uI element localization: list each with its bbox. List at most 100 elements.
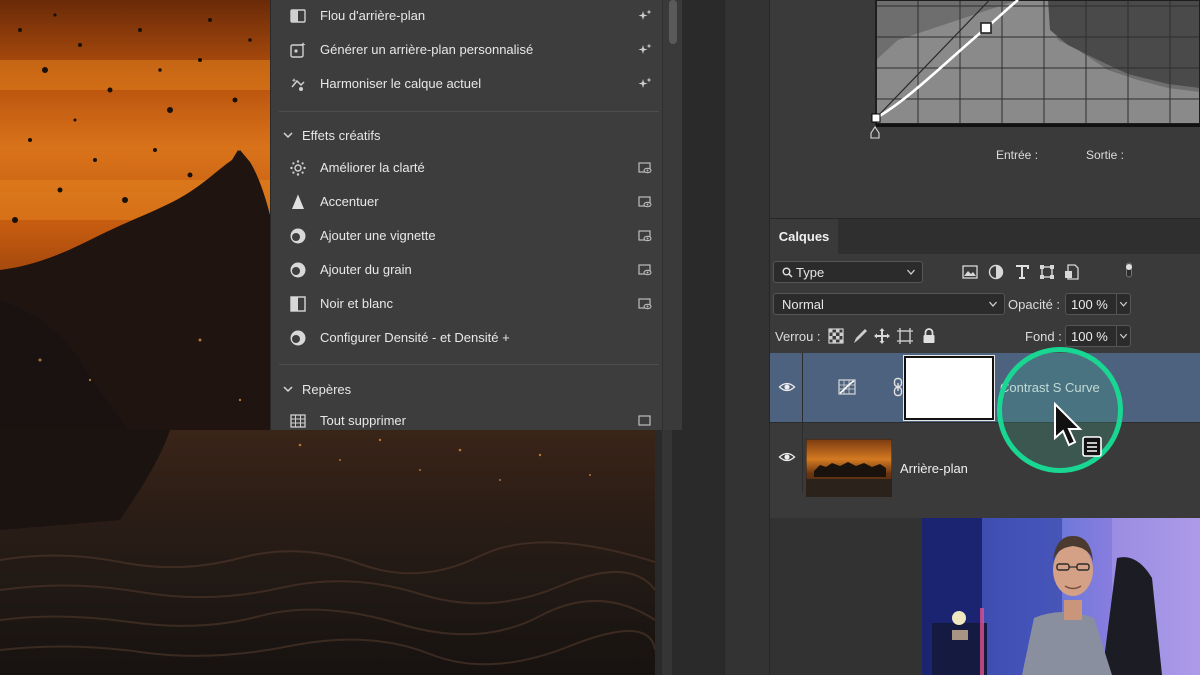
entree-label: Entrée : [996, 148, 1039, 162]
action-label: Tout supprimer [320, 413, 406, 428]
sparkle-icon [638, 9, 652, 20]
filter-type-icon[interactable] [1013, 263, 1031, 281]
action-ameliorer-clarte[interactable]: Améliorer la clarté [271, 153, 662, 183]
lock-label: Verrou : [775, 329, 821, 344]
filter-shape-icon[interactable] [1038, 263, 1056, 281]
mask-link-icon[interactable] [892, 377, 904, 397]
canvas-scrollbar[interactable] [655, 430, 682, 675]
cursor-arrow-icon [1054, 402, 1102, 457]
filter-adjustment-icon[interactable] [987, 263, 1005, 281]
fill-input[interactable]: 100 % [1065, 325, 1131, 347]
preview-icon[interactable] [638, 195, 652, 209]
chevron-down-icon [283, 132, 293, 139]
action-flou-arriere-plan[interactable]: Flou d'arrière-plan [271, 1, 662, 31]
filter-toggle-icon[interactable] [1120, 261, 1138, 279]
action-harmoniser-calque[interactable]: Harmoniser le calque actuel [271, 69, 662, 99]
scrollbar-track[interactable] [662, 430, 672, 675]
panel-dock-divider[interactable] [724, 0, 770, 675]
chevron-down-icon [283, 386, 293, 393]
preview-icon[interactable] [638, 297, 652, 311]
grain-icon [290, 262, 306, 278]
layer-name[interactable]: Arrière-plan [900, 461, 968, 476]
chevron-down-icon[interactable] [1116, 326, 1130, 346]
blend-mode-dropdown[interactable]: Normal [773, 293, 1005, 315]
dodge-burn-icon [290, 330, 306, 346]
row-divider [802, 353, 803, 422]
lock-image-pixels-icon[interactable] [851, 327, 869, 345]
preview-icon[interactable] [638, 161, 652, 175]
action-tout-supprimer[interactable]: Tout supprimer [271, 406, 662, 430]
action-label: Générer un arrière-plan personnalisé [320, 42, 534, 57]
filter-value: Type [796, 265, 825, 280]
presenter-video [922, 518, 1200, 675]
layers-tab-bar: Calques [770, 219, 1200, 254]
layer-row-contrast-s-curve[interactable]: Contrast S Curve [770, 353, 1200, 422]
preview-icon[interactable] [638, 229, 652, 243]
action-ajouter-vignette[interactable]: Ajouter une vignette [271, 221, 662, 251]
layers-panel: Calques Type Normal Opacité : 100 % Verr… [770, 218, 1200, 518]
harmonize-icon [291, 78, 305, 91]
scrollbar-thumb[interactable] [669, 0, 677, 44]
preview-icon[interactable] [638, 414, 652, 428]
filter-pixel-icon[interactable] [961, 263, 979, 281]
row-divider [802, 423, 803, 492]
lock-all-icon[interactable] [920, 327, 938, 345]
filter-smart-object-icon[interactable] [1063, 263, 1081, 281]
layer-mask-thumbnail[interactable] [903, 355, 995, 421]
webcam-overlay [922, 518, 1200, 675]
grid-icon [290, 414, 306, 428]
opacity-input[interactable]: 100 % [1065, 293, 1131, 315]
opacity-value: 100 % [1071, 297, 1108, 312]
action-label: Noir et blanc [320, 296, 393, 311]
clarity-icon [290, 160, 306, 176]
curves-adjustment-icon [838, 379, 856, 395]
quick-actions-scrollbar[interactable] [662, 0, 682, 430]
canvas-water[interactable] [0, 430, 655, 675]
photo-water-ripples [0, 430, 655, 666]
tab-calques[interactable]: Calques [770, 219, 838, 254]
action-label: Harmoniser le calque actuel [320, 76, 482, 91]
section-divider [279, 364, 659, 365]
lock-position-icon[interactable] [873, 327, 891, 345]
lock-transparent-pixels-icon[interactable] [827, 327, 845, 345]
chevron-down-icon [989, 301, 997, 307]
preview-icon[interactable] [638, 263, 652, 277]
layer-row-arriere-plan[interactable]: Arrière-plan [770, 422, 1200, 497]
lock-artboard-icon[interactable] [896, 327, 914, 345]
section-label: Effets créatifs [302, 127, 381, 143]
layer-filter-dropdown[interactable]: Type [773, 261, 923, 283]
chevron-down-icon[interactable] [1116, 294, 1130, 314]
sparkle-icon [638, 43, 652, 54]
section-reperes[interactable]: Repères [281, 379, 351, 399]
action-label: Flou d'arrière-plan [320, 8, 426, 23]
fill-value: 100 % [1071, 329, 1108, 344]
visibility-eye-icon[interactable] [778, 448, 796, 466]
action-noir-et-blanc[interactable]: Noir et blanc [271, 289, 662, 319]
action-label: Ajouter du grain [320, 262, 412, 277]
quick-actions-panel: Flou d'arrière-plan Générer un arrière-p… [270, 0, 662, 430]
sparkle-icon [638, 77, 652, 88]
section-effets-creatifs[interactable]: Effets créatifs [281, 125, 381, 145]
search-icon [782, 267, 793, 278]
black-white-icon [290, 296, 306, 312]
action-accentuer[interactable]: Accentuer [271, 187, 662, 217]
vignette-icon [290, 228, 306, 244]
background-blur-icon [290, 9, 306, 23]
sortie-label: Sortie : [1086, 148, 1125, 162]
action-label: Configurer Densité - et Densité + [320, 330, 510, 345]
action-ajouter-grain[interactable]: Ajouter du grain [271, 255, 662, 285]
sharpen-icon [292, 194, 304, 209]
action-label: Ajouter une vignette [320, 228, 436, 243]
action-label: Améliorer la clarté [320, 160, 425, 175]
layer-thumbnail[interactable] [806, 439, 892, 497]
action-label: Accentuer [320, 194, 379, 209]
panel-gutter [682, 0, 724, 675]
curves-graph[interactable] [868, 0, 1200, 140]
generate-background-icon [290, 42, 306, 58]
fill-label: Fond : [1025, 329, 1062, 344]
action-configurer-densite[interactable]: Configurer Densité - et Densité + [271, 323, 662, 353]
section-divider [279, 111, 659, 112]
visibility-eye-icon[interactable] [778, 378, 796, 396]
action-generer-arriere-plan[interactable]: Générer un arrière-plan personnalisé [271, 35, 662, 65]
chevron-down-icon [907, 269, 915, 275]
